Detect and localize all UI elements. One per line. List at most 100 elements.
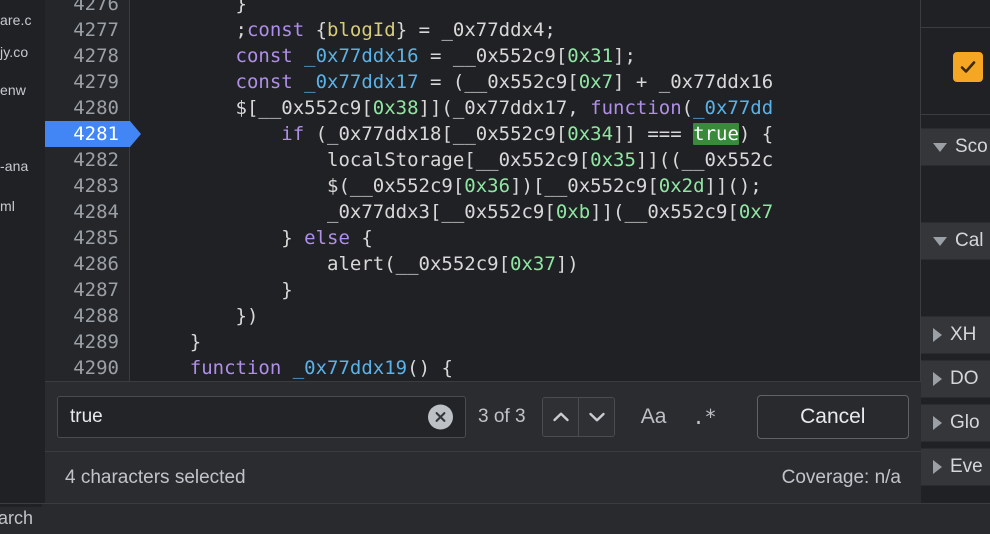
drawer-tab-label[interactable]: Search (0, 508, 33, 529)
code-line[interactable]: } (130, 0, 921, 17)
chevron-down-icon (588, 412, 605, 421)
sidebar-section-global-listeners[interactable]: Glo (921, 404, 990, 442)
code-token: const (246, 19, 305, 41)
sidebar-section-dom-breakpoints[interactable]: DO (921, 360, 990, 398)
triangle-right-icon (933, 460, 942, 474)
bottom-drawer[interactable]: Search (0, 503, 990, 534)
navigator-file-item[interactable]: enw (0, 82, 26, 98)
line-number[interactable]: 4279 (45, 69, 119, 95)
code-editor[interactable]: 4276 4277 4278 4279 4280 4281 4282 4283 4284 4285… (45, 0, 921, 381)
navigator-file-item[interactable]: jy.co (0, 44, 28, 60)
cancel-button[interactable]: Cancel (756, 394, 909, 439)
code-token: = (__0x552c9[ (418, 71, 579, 93)
coverage-status[interactable]: Coverage: n/a (782, 467, 901, 489)
code-token: } (144, 279, 293, 301)
code-token: ]) (555, 253, 579, 275)
triangle-down-icon (933, 236, 947, 246)
line-number[interactable]: 4284 (45, 199, 119, 225)
line-number[interactable]: 4282 (45, 147, 119, 173)
code-token: } (144, 227, 305, 249)
line-number[interactable]: 4287 (45, 277, 119, 303)
line-number[interactable]: 4288 (45, 303, 119, 329)
search-input-wrapper[interactable] (57, 395, 467, 438)
drawer-active-tab-indicator (0, 504, 42, 507)
code-line[interactable]: _0x77ddx3[__0x552c9[0xb]](__0x552c9[0x7 (130, 199, 921, 225)
code-content[interactable]: } ;const {blogId} = _0x77ddx4; const _0x… (130, 0, 921, 381)
line-number[interactable]: 4277 (45, 17, 119, 43)
file-navigator-strip[interactable]: are.c jy.co enw -ana ml (0, 0, 45, 503)
divider (921, 114, 990, 115)
line-number[interactable]: 4276 (45, 0, 119, 17)
navigator-file-item[interactable]: are.c (0, 12, 32, 28)
code-token: } (144, 0, 247, 15)
next-match-button[interactable] (578, 397, 614, 436)
code-line[interactable]: } else { (130, 225, 921, 251)
triangle-right-icon (933, 328, 942, 342)
code-token: } (144, 331, 202, 353)
code-token: ) { (738, 123, 774, 145)
code-line[interactable]: $(__0x552c9[0x36])[__0x552c9[0x2d]](); (130, 173, 921, 199)
navigator-file-item[interactable]: -ana (0, 158, 28, 174)
match-case-button[interactable]: Aa (637, 403, 671, 431)
code-token: } = _0x77ddx4; (395, 19, 556, 41)
line-number[interactable]: 4278 (45, 43, 119, 69)
code-token: ])[__0x552c9[ (510, 175, 659, 197)
line-number[interactable]: 4285 (45, 225, 119, 251)
code-token: }) (144, 305, 259, 327)
code-token: ]](); (704, 175, 762, 197)
triangle-right-icon (933, 372, 942, 386)
line-number[interactable]: 4283 (45, 173, 119, 199)
line-number[interactable]: 4286 (45, 251, 119, 277)
clear-search-icon[interactable] (428, 404, 454, 429)
line-number[interactable]: 4290 (45, 355, 119, 381)
code-token: ]; (613, 45, 636, 67)
sidebar-section-label: DO (950, 368, 979, 389)
search-input[interactable] (58, 405, 466, 428)
code-line[interactable]: alert(__0x552c9[0x37]) (130, 251, 921, 277)
regex-button[interactable]: .* (688, 403, 720, 431)
sidebar-section-label: Eve (950, 456, 983, 477)
editor-status-bar: 4 characters selected Coverage: n/a (45, 451, 921, 503)
sidebar-section-scope[interactable]: Sco (921, 128, 990, 166)
code-token: _0x77ddx3[__0x552c9[ (144, 201, 556, 223)
code-token: 0x37 (510, 253, 556, 275)
line-number[interactable]: 4280 (45, 95, 119, 121)
sidebar-section-xhr-breakpoints[interactable]: XH (921, 316, 990, 354)
selection-status: 4 characters selected (65, 466, 246, 488)
devtools-sources-panel: are.c jy.co enw -ana ml 4276 4277 4278 4279… (0, 0, 990, 534)
line-number[interactable]: 4281 (45, 121, 119, 147)
code-token: ]] === (613, 123, 694, 145)
code-line[interactable]: ;const {blogId} = _0x77ddx4; (130, 17, 921, 43)
code-line[interactable]: const _0x77ddx17 = (__0x552c9[0x7] + _0x… (130, 69, 921, 95)
code-token: ] + _0x77ddx16 (613, 71, 774, 93)
previous-match-button[interactable] (543, 397, 579, 436)
code-line[interactable]: if (_0x77ddx18[__0x552c9[0x34]] === true… (130, 121, 921, 147)
find-bar: 3 of 3 Aa .* Cancel (45, 381, 921, 451)
pause-on-exceptions-checkbox[interactable] (953, 52, 983, 82)
sidebar-section-event-listener-breakpoints[interactable]: Eve (921, 448, 990, 486)
code-line[interactable]: function _0x77ddx19() { (130, 355, 921, 381)
sidebar-section-label: Sco (955, 136, 988, 157)
line-number-gutter[interactable]: 4276 4277 4278 4279 4280 4281 4282 4283 4284 4285… (45, 0, 141, 381)
triangle-down-icon (933, 142, 947, 152)
sidebar-section-label: Glo (950, 412, 980, 433)
code-line[interactable]: } (130, 277, 921, 303)
code-token: 0xb (555, 201, 591, 223)
match-navigation-buttons (542, 396, 615, 437)
sidebar-section-call-stack[interactable]: Cal (921, 222, 990, 260)
code-line[interactable]: const _0x77ddx16 = __0x552c9[0x31]; (130, 43, 921, 69)
code-token: _0x77dd (693, 97, 774, 119)
code-line[interactable]: } (130, 329, 921, 355)
code-token: const (235, 71, 293, 93)
code-token: ]](_0x77ddx17, (418, 97, 591, 119)
code-line[interactable]: localStorage[__0x552c9[0x35]]((__0x552c (130, 147, 921, 173)
code-token: 0x31 (567, 45, 614, 67)
line-number[interactable]: 4289 (45, 329, 119, 355)
navigator-file-item[interactable]: ml (0, 198, 15, 214)
code-line[interactable]: }) (130, 303, 921, 329)
code-line[interactable]: $[__0x552c9[0x38]](_0x77ddx17, function(… (130, 95, 921, 121)
search-match-highlight: true (693, 123, 739, 145)
